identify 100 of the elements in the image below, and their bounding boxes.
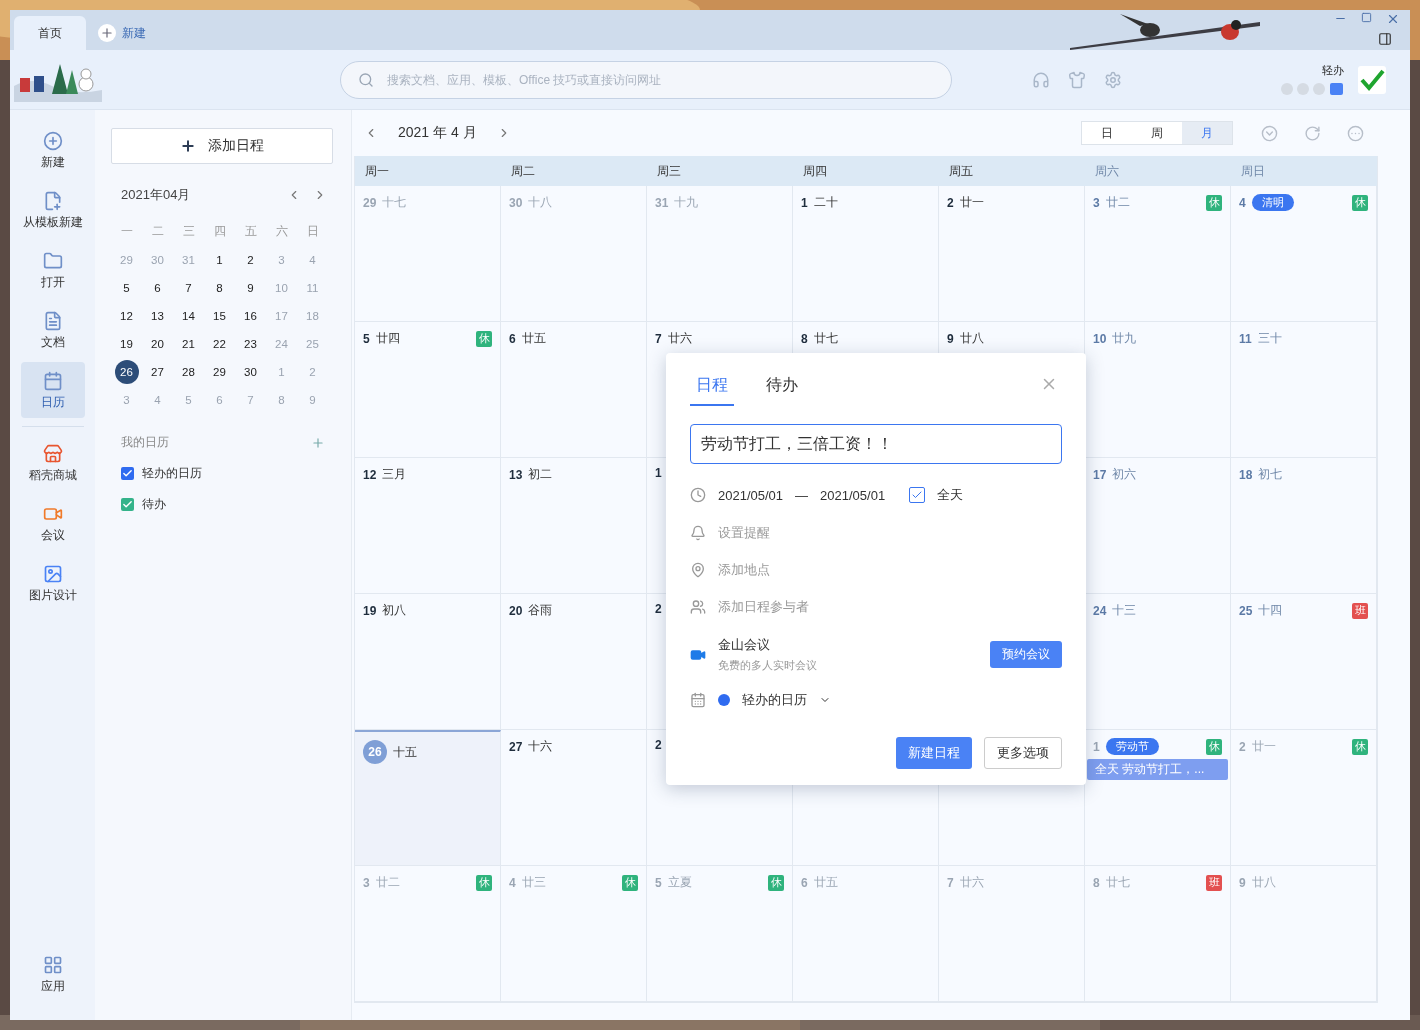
date-cell[interactable]: 22	[204, 330, 235, 358]
sidebar-item[interactable]: 会议	[20, 495, 85, 551]
day-cell[interactable]: 24 十三	[1085, 594, 1231, 730]
date-cell[interactable]: 21	[173, 330, 204, 358]
day-cell[interactable]: 12 三月	[355, 458, 501, 594]
day-number: 5	[363, 331, 370, 346]
checkbox[interactable]	[121, 498, 134, 511]
sidebar-item[interactable]: 日历	[20, 362, 85, 418]
day-cell[interactable]: 13 初二	[501, 458, 647, 594]
date-cell[interactable]: 5	[111, 274, 142, 302]
day-number: 6	[509, 331, 516, 346]
day-cell[interactable]: 10 廿九	[1085, 322, 1231, 458]
column-header: 周五	[939, 156, 1085, 186]
day-cell[interactable]: 25 十四 班	[1231, 594, 1377, 730]
sidebar-item[interactable]: 图片设计	[20, 555, 85, 611]
day-cell[interactable]: 17 初六	[1085, 458, 1231, 594]
lunar-date: 廿八	[1251, 874, 1276, 891]
workday-badge: 班	[1206, 874, 1222, 891]
maximize-icon[interactable]	[1361, 12, 1372, 23]
date-cell[interactable]: 19	[111, 330, 142, 358]
panel-icon[interactable]	[1378, 32, 1392, 46]
title-input[interactable]: 劳动节打工，三倍工资！！	[690, 424, 1062, 464]
view-tab[interactable]: 月	[1182, 122, 1232, 144]
date-cell[interactable]: 9	[235, 274, 266, 302]
tab[interactable]: 首页	[14, 16, 86, 50]
date-cell[interactable]: 14	[173, 302, 204, 330]
date-cell[interactable]: 6	[142, 274, 173, 302]
sidebar-item[interactable]: 文档	[20, 302, 85, 358]
day-number: 27	[509, 739, 523, 754]
sidebar-item[interactable]: 从模板新建	[20, 182, 85, 238]
sidebar-item[interactable]: 新建	[20, 122, 85, 178]
create-event-button[interactable]: 新建日程	[896, 737, 972, 769]
date-cell[interactable]: 2	[235, 246, 266, 274]
user-name[interactable]: 轻办	[1322, 63, 1344, 78]
plus-icon	[98, 24, 116, 42]
dialog-tab[interactable]: 日程	[690, 371, 734, 406]
day-cell[interactable]: 1 二十	[793, 186, 939, 322]
dialog-tab[interactable]: 待办	[760, 371, 804, 406]
date-cell[interactable]: 20	[142, 330, 173, 358]
date-cell[interactable]: 29	[204, 358, 235, 386]
shirt-icon[interactable]	[1068, 70, 1086, 89]
calendar-select[interactable]: 轻办的日历	[742, 691, 807, 709]
date-cell[interactable]: 26	[114, 360, 139, 384]
day-cell[interactable]: 5 廿四 休	[355, 322, 501, 458]
date-cell[interactable]: 28	[173, 358, 204, 386]
day-cell[interactable]: 27 十六	[501, 730, 647, 866]
search-field[interactable]: 搜索文档、应用、模板、Office 技巧或直接访问网址	[340, 60, 952, 99]
date-cell[interactable]: 16	[235, 302, 266, 330]
day-cell[interactable]: 18 初七	[1231, 458, 1377, 594]
more-icon[interactable]	[1347, 124, 1364, 142]
day-cell[interactable]: 11 三十	[1231, 322, 1377, 458]
date-cell[interactable]: 27	[142, 358, 173, 386]
date-cell[interactable]: 8	[204, 274, 235, 302]
day-cell[interactable]: 6 廿五	[501, 322, 647, 458]
lunar-date: 廿五	[521, 330, 546, 347]
headset-icon[interactable]	[1032, 70, 1050, 89]
membership-badges-icon	[1280, 82, 1344, 96]
add-event-button[interactable]: 添加日程	[111, 128, 333, 164]
date-cell[interactable]: 30	[235, 358, 266, 386]
sidebar-item[interactable]: 应用	[20, 946, 85, 1002]
chevron-circle-icon[interactable]	[1261, 124, 1278, 142]
day-cell[interactable]: 1 劳动节 休 全天 劳动节打工，...	[1085, 730, 1231, 866]
day-cell[interactable]: 2 廿一	[939, 186, 1085, 322]
day-cell[interactable]: 3 廿二 休	[1085, 186, 1231, 322]
lunar-date: 十三	[1112, 602, 1137, 619]
day-cell[interactable]: 4 清明 休	[1231, 186, 1377, 322]
sidebar-item[interactable]: 稻壳商城	[20, 435, 85, 491]
date-cell[interactable]: 23	[235, 330, 266, 358]
date-cell[interactable]: 7	[173, 274, 204, 302]
settings-icon[interactable]	[1104, 70, 1122, 89]
checkbox[interactable]	[121, 467, 134, 480]
more-options-button[interactable]: 更多选项	[984, 737, 1062, 769]
weekday-label: 三	[181, 222, 196, 240]
date-cell[interactable]: 12	[111, 302, 142, 330]
weekday-label: 六	[274, 222, 289, 240]
day-number: 31	[655, 195, 669, 210]
book-meeting-button[interactable]: 预约会议	[990, 641, 1062, 668]
plus-icon	[180, 138, 196, 154]
day-cell[interactable]: 8 廿七 班	[1085, 866, 1231, 1002]
end-date[interactable]: 2021/05/01	[820, 487, 886, 503]
close-icon[interactable]	[1386, 12, 1400, 26]
start-date[interactable]: 2021/05/01	[718, 487, 784, 503]
day-cell[interactable]: 20 谷雨	[501, 594, 647, 730]
lunar-date: 廿五	[813, 874, 838, 891]
new-tab-button[interactable]: 新建	[98, 16, 146, 50]
all-day-checkbox[interactable]	[909, 487, 926, 503]
add-calendar-icon[interactable]	[311, 435, 325, 450]
day-number: 2	[655, 738, 662, 752]
sidebar-item[interactable]: 打开	[20, 242, 85, 298]
day-cell[interactable]: 26 十五	[355, 730, 501, 866]
date-cell[interactable]: 1	[204, 246, 235, 274]
date-cell[interactable]: 13	[142, 302, 173, 330]
refresh-icon[interactable]	[1304, 124, 1321, 142]
day-cell[interactable]: 19 初八	[355, 594, 501, 730]
view-tab[interactable]: 周	[1132, 122, 1182, 144]
day-number: 2	[1239, 739, 1246, 754]
date-cell[interactable]: 15	[204, 302, 235, 330]
view-tab[interactable]: 日	[1082, 122, 1132, 144]
day-number: 19	[363, 603, 377, 618]
check-avatar-icon[interactable]	[1358, 65, 1386, 94]
